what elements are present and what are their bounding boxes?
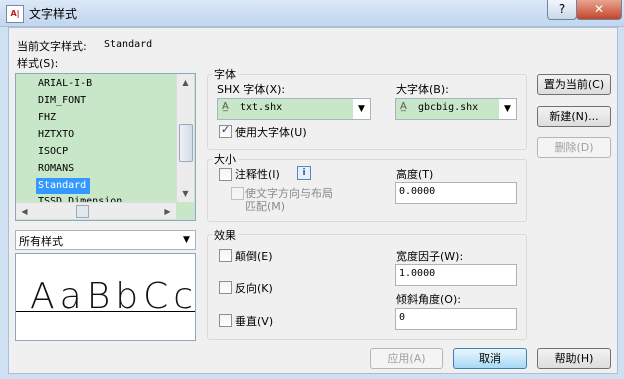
vertical-scrollbar[interactable]: ▲ ▼: [176, 74, 194, 202]
help-button[interactable]: 帮助(H): [537, 348, 611, 369]
cancel-button[interactable]: 取消: [453, 348, 527, 369]
chevron-down-icon: ▼: [183, 235, 190, 245]
shx-font-value: txt.shx: [240, 102, 283, 113]
match-layout-checkbox[interactable]: [231, 187, 244, 200]
big-font-select[interactable]: A̲ gbcbig.shx ▼: [395, 98, 517, 120]
app-icon: A|: [6, 5, 24, 23]
scroll-thumb[interactable]: [179, 124, 193, 162]
list-item[interactable]: DIM_FONT: [36, 93, 178, 109]
effects-group-title: 效果: [212, 227, 238, 243]
oblique-angle-label: 倾斜角度(O):: [396, 293, 461, 306]
list-item[interactable]: ISOCP: [36, 144, 178, 160]
list-item[interactable]: ROMANS: [36, 161, 178, 177]
current-style-value: Standard: [104, 39, 153, 50]
help-title-button[interactable]: ?: [547, 0, 577, 20]
upside-down-label: 颠倒(E): [235, 250, 273, 263]
backwards-checkbox[interactable]: [219, 281, 232, 294]
annotative-label: 注释性(I): [235, 168, 280, 181]
vertical-checkbox[interactable]: [219, 314, 232, 327]
close-button[interactable]: ✕: [576, 0, 622, 20]
apply-button[interactable]: 应用(A): [370, 348, 443, 369]
window-title: 文字样式: [29, 7, 78, 21]
text-preview: AaBbCc: [15, 253, 196, 341]
list-item[interactable]: HZTXTO: [36, 127, 178, 143]
shx-font-label: SHX 字体(X):: [217, 83, 286, 96]
list-item[interactable]: ARIAL-I-B: [36, 76, 178, 92]
current-style-label: 当前文字样式:: [17, 40, 87, 53]
list-item-selected[interactable]: Standard: [36, 178, 90, 194]
height-label: 高度(T): [396, 168, 434, 181]
height-value: 0.0000: [399, 186, 436, 197]
shx-font-select[interactable]: A̲ txt.shx ▼: [217, 98, 371, 120]
upside-down-checkbox[interactable]: [219, 249, 232, 262]
horizontal-scrollbar[interactable]: ◀ ▶: [16, 202, 176, 219]
style-filter-value: 所有样式: [19, 235, 63, 248]
size-group-title: 大小: [212, 151, 238, 167]
list-item[interactable]: FHZ: [36, 110, 178, 126]
big-font-value: gbcbig.shx: [418, 102, 479, 113]
use-big-font-checkbox[interactable]: [219, 123, 232, 138]
vertical-label: 垂直(V): [235, 315, 274, 328]
delete-button[interactable]: 删除(D): [537, 137, 611, 158]
width-factor-value: 1.0000: [399, 268, 436, 279]
title-bar: A| 文字样式 ? ✕: [0, 0, 624, 27]
styles-label: 样式(S):: [17, 57, 59, 70]
new-button[interactable]: 新建(N)...: [537, 106, 611, 127]
set-current-button[interactable]: 置为当前(C): [537, 74, 611, 95]
style-filter-select[interactable]: 所有样式 ▼: [15, 230, 196, 250]
chevron-down-icon: ▼: [499, 99, 516, 119]
height-input[interactable]: 0.0000: [395, 182, 517, 204]
style-list[interactable]: ARIAL-I-B DIM_FONT FHZ HZTXTO ISOCP ROMA…: [15, 73, 196, 221]
info-icon[interactable]: i: [297, 166, 311, 180]
width-factor-input[interactable]: 1.0000: [395, 264, 517, 286]
annotative-checkbox[interactable]: [219, 168, 232, 181]
big-font-label: 大字体(B):: [396, 83, 449, 96]
scroll-down-icon[interactable]: ▼: [177, 185, 194, 202]
chevron-down-icon: ▼: [353, 99, 370, 119]
width-factor-label: 宽度因子(W):: [396, 250, 464, 263]
hscroll-thumb[interactable]: [76, 205, 89, 218]
scroll-left-icon[interactable]: ◀: [16, 203, 33, 220]
backwards-label: 反向(K): [235, 282, 273, 295]
font-group-title: 字体: [212, 66, 238, 82]
preview-text: AaBbCc: [30, 276, 196, 317]
shx-font-icon: A̲: [222, 101, 229, 112]
scroll-right-icon[interactable]: ▶: [159, 203, 176, 220]
oblique-angle-input[interactable]: 0: [395, 308, 517, 330]
scroll-up-icon[interactable]: ▲: [177, 74, 194, 91]
oblique-angle-value: 0: [399, 312, 406, 323]
big-font-icon: A̲: [400, 101, 407, 112]
use-big-font-label: 使用大字体(U): [235, 126, 307, 139]
match-layout-label-line2: 匹配(M): [245, 200, 286, 213]
